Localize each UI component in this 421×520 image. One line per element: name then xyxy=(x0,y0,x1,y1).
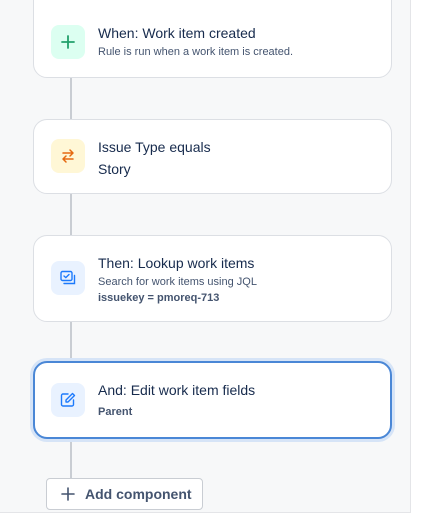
add-component-button[interactable]: Add component xyxy=(46,478,203,510)
edit-field: Parent xyxy=(98,406,133,418)
lookup-subtitle: Search for work items using JQL xyxy=(98,276,257,288)
swap-arrows-icon xyxy=(62,149,74,163)
plus-icon xyxy=(61,35,75,49)
trigger-title: When: Work item created xyxy=(98,25,256,41)
connector-line xyxy=(70,439,72,479)
lookup-icon-box xyxy=(51,261,85,295)
lookup-list-icon xyxy=(60,270,76,285)
lookup-title: Then: Lookup work items xyxy=(98,255,255,271)
trigger-icon-box xyxy=(51,25,85,59)
condition-card[interactable]: Issue Type equals Story xyxy=(33,119,392,194)
edit-card[interactable]: And: Edit work item fields Parent xyxy=(33,361,392,439)
connector-line xyxy=(70,78,72,120)
rule-canvas: When: Work item created Rule is run when… xyxy=(0,0,411,513)
edit-icon-box xyxy=(51,383,85,417)
lookup-card[interactable]: Then: Lookup work items Search for work … xyxy=(33,235,392,322)
condition-value: Story xyxy=(98,161,131,177)
condition-title: Issue Type equals xyxy=(98,139,211,155)
edit-pencil-icon xyxy=(60,392,76,407)
add-component-label: Add component xyxy=(85,486,192,502)
lookup-query: issuekey = pmoreq-713 xyxy=(98,292,220,304)
connector-line xyxy=(70,193,72,235)
trigger-subtitle: Rule is run when a work item is created. xyxy=(98,46,294,58)
trigger-card[interactable]: When: Work item created Rule is run when… xyxy=(33,0,392,78)
condition-icon-box xyxy=(51,139,85,173)
plus-icon xyxy=(61,487,75,501)
connector-line xyxy=(70,321,72,361)
edit-title: And: Edit work item fields xyxy=(98,382,256,398)
